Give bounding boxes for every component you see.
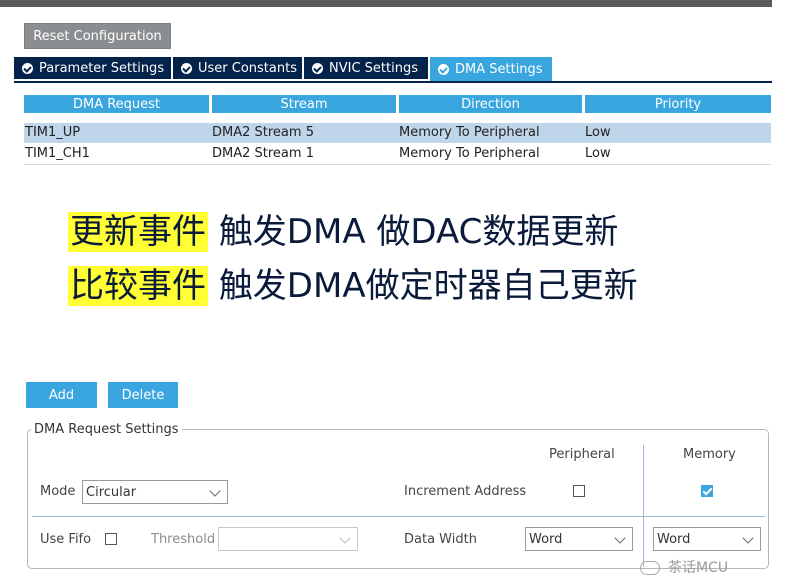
threshold-label: Threshold xyxy=(151,532,216,547)
tab-user-constants[interactable]: User Constants xyxy=(173,57,302,79)
annotation-line-1: 更新事件 触发DMA 做DAC数据更新 xyxy=(68,212,618,252)
watermark-text: 茶话MCU xyxy=(668,560,729,576)
chevron-down-icon xyxy=(339,532,351,544)
tab-dma-settings[interactable]: DMA Settings xyxy=(430,57,552,81)
use-fifo-checkbox[interactable] xyxy=(105,533,117,545)
peripheral-data-width-select[interactable]: Word xyxy=(525,527,633,551)
tab-label: User Constants xyxy=(198,60,297,76)
chevron-down-icon xyxy=(209,485,221,497)
cell-request: TIM1_UP xyxy=(25,125,81,140)
column-header-stream[interactable]: Stream xyxy=(212,95,396,113)
column-header-dma-request[interactable]: DMA Request xyxy=(24,95,209,113)
cell-priority: Low xyxy=(585,125,611,140)
cell-direction: Memory To Peripheral xyxy=(399,125,540,140)
peripheral-data-width-value: Word xyxy=(529,531,563,547)
mode-select[interactable]: Circular xyxy=(82,480,228,504)
annotation-text: 触发DMA 做DAC数据更新 xyxy=(218,212,619,252)
cell-stream: DMA2 Stream 1 xyxy=(212,146,314,161)
check-circle-icon xyxy=(438,63,449,75)
tab-parameter-settings[interactable]: Parameter Settings xyxy=(14,57,171,79)
cell-request: TIM1_CH1 xyxy=(25,146,90,161)
memory-column-header: Memory xyxy=(683,447,736,462)
use-fifo-label: Use Fifo xyxy=(40,532,92,547)
memory-data-width-value: Word xyxy=(657,531,691,547)
check-circle-icon xyxy=(181,62,192,74)
add-button[interactable]: Add xyxy=(26,382,97,408)
table-row[interactable]: TIM1_CH1 DMA2 Stream 1 Memory To Periphe… xyxy=(24,144,771,165)
cell-direction: Memory To Peripheral xyxy=(399,146,540,161)
mode-value: Circular xyxy=(86,484,137,500)
row-divider xyxy=(32,516,765,517)
chevron-down-icon xyxy=(742,532,754,544)
cell-priority: Low xyxy=(585,146,611,161)
peripheral-column-header: Peripheral xyxy=(549,447,615,462)
tab-label: NVIC Settings xyxy=(329,60,418,76)
chevron-down-icon xyxy=(614,532,626,544)
watermark: 茶话MCU xyxy=(640,557,728,577)
mode-label: Mode xyxy=(40,484,76,499)
tab-label: Parameter Settings xyxy=(39,60,165,76)
delete-button[interactable]: Delete xyxy=(108,382,178,408)
check-circle-icon xyxy=(22,62,33,74)
window-top-border xyxy=(0,0,772,7)
memory-data-width-select[interactable]: Word xyxy=(653,527,761,551)
table-row[interactable]: TIM1_UP DMA2 Stream 5 Memory To Peripher… xyxy=(24,123,771,143)
data-width-label: Data Width xyxy=(404,532,477,547)
column-header-priority[interactable]: Priority xyxy=(585,95,771,113)
peripheral-increment-checkbox[interactable] xyxy=(573,485,585,497)
group-legend: DMA Request Settings xyxy=(31,422,182,437)
memory-increment-checkbox[interactable] xyxy=(701,485,713,497)
column-header-direction[interactable]: Direction xyxy=(399,95,582,113)
annotation-line-2: 比较事件 触发DMA做定时器自己更新 xyxy=(68,266,638,306)
tab-nvic-settings[interactable]: NVIC Settings xyxy=(304,57,428,79)
increment-address-label: Increment Address xyxy=(404,484,527,499)
annotation-highlight: 比较事件 xyxy=(68,266,208,306)
threshold-select[interactable] xyxy=(218,527,358,551)
column-divider xyxy=(643,445,644,567)
check-circle-icon xyxy=(312,62,323,74)
annotation-highlight: 更新事件 xyxy=(68,212,208,252)
cell-stream: DMA2 Stream 5 xyxy=(212,125,314,140)
settings-tab-bar: Parameter Settings User Constants NVIC S… xyxy=(14,57,772,83)
reset-configuration-button[interactable]: Reset Configuration xyxy=(24,23,171,49)
wechat-icon xyxy=(640,561,660,575)
annotation-text: 触发DMA做定时器自己更新 xyxy=(218,266,638,306)
tab-label: DMA Settings xyxy=(455,61,543,77)
